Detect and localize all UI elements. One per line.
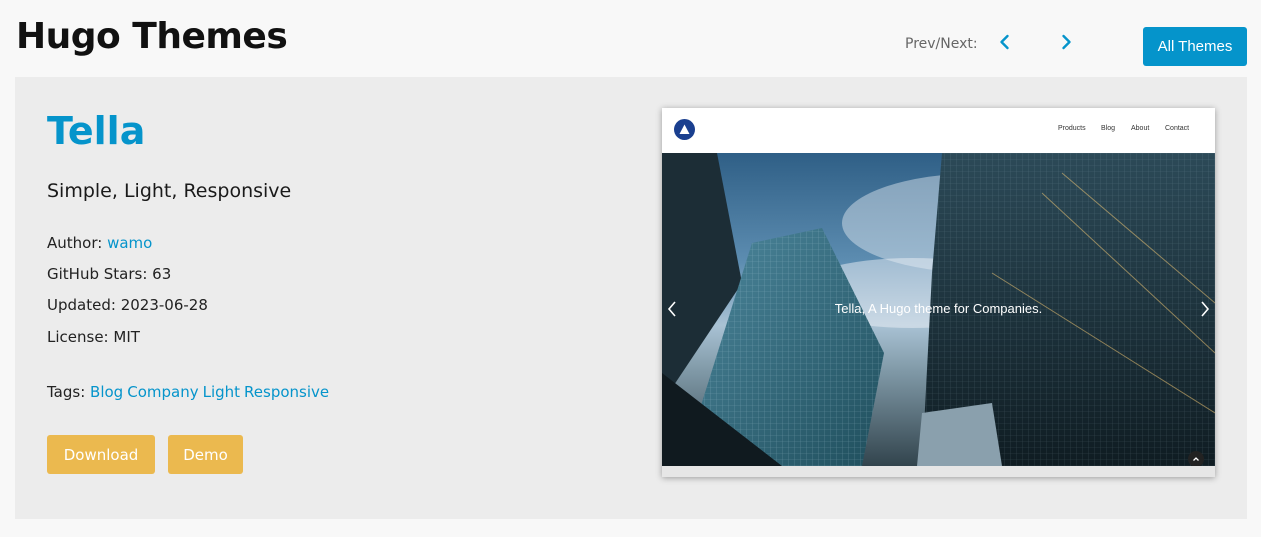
theme-screenshot[interactable]: Products Blog About Contact Tella, A Hug…: [662, 108, 1215, 477]
author-row: Author: wamo: [47, 234, 152, 252]
theme-tagline: Simple, Light, Responsive: [47, 180, 292, 202]
tag-link[interactable]: Light: [203, 383, 240, 401]
updated-value: 2023-06-28: [120, 296, 208, 314]
tag-link[interactable]: Responsive: [244, 383, 329, 401]
preview-hero-caption: Tella, A Hugo theme for Companies.: [834, 301, 1043, 316]
license-row: License: MIT: [47, 328, 140, 346]
license-label: License:: [47, 328, 109, 346]
stars-row: GitHub Stars: 63: [47, 265, 171, 283]
author-label: Author:: [47, 234, 103, 252]
prev-next-label: Prev/Next:: [905, 36, 978, 52]
download-button[interactable]: Download: [47, 435, 155, 474]
theme-detail-panel: Tella Simple, Light, Responsive Author: …: [15, 77, 1247, 519]
preview-hero-image: Tella, A Hugo theme for Companies.: [662, 153, 1215, 466]
tags-label: Tags:: [47, 383, 86, 401]
preview-menu-about: About: [1131, 125, 1150, 132]
slider-next-chevron-right-icon: [1201, 301, 1210, 317]
slider-prev-chevron-left-icon: [667, 301, 676, 317]
scroll-top-icon: [1188, 451, 1204, 466]
all-themes-button[interactable]: All Themes: [1143, 27, 1247, 66]
updated-row: Updated: 2023-06-28: [47, 296, 208, 314]
prev-theme-chevron-left-icon[interactable]: [995, 32, 1015, 52]
stars-value: 63: [152, 265, 172, 283]
preview-menu-blog: Blog: [1101, 125, 1116, 132]
stars-label: GitHub Stars:: [47, 265, 148, 283]
license-value: MIT: [113, 328, 140, 346]
demo-button[interactable]: Demo: [168, 435, 243, 474]
next-theme-chevron-right-icon[interactable]: [1056, 32, 1076, 52]
tag-link[interactable]: Company: [127, 383, 198, 401]
theme-name: Tella: [47, 109, 146, 153]
tag-link[interactable]: Blog: [90, 383, 123, 401]
preview-menu-products: Products: [1058, 125, 1086, 132]
page-title: Hugo Themes: [16, 16, 288, 57]
prev-next-nav: Prev/Next:: [905, 34, 1071, 52]
preview-footer-strip: [662, 466, 1215, 477]
author-link[interactable]: wamo: [107, 234, 152, 252]
preview-menu-contact: Contact: [1165, 125, 1190, 132]
updated-label: Updated:: [47, 296, 116, 314]
logo-icon: [674, 119, 695, 140]
tags-row: Tags: Blog Company Light Responsive: [47, 383, 333, 401]
preview-navbar: Products Blog About Contact: [662, 108, 1215, 153]
